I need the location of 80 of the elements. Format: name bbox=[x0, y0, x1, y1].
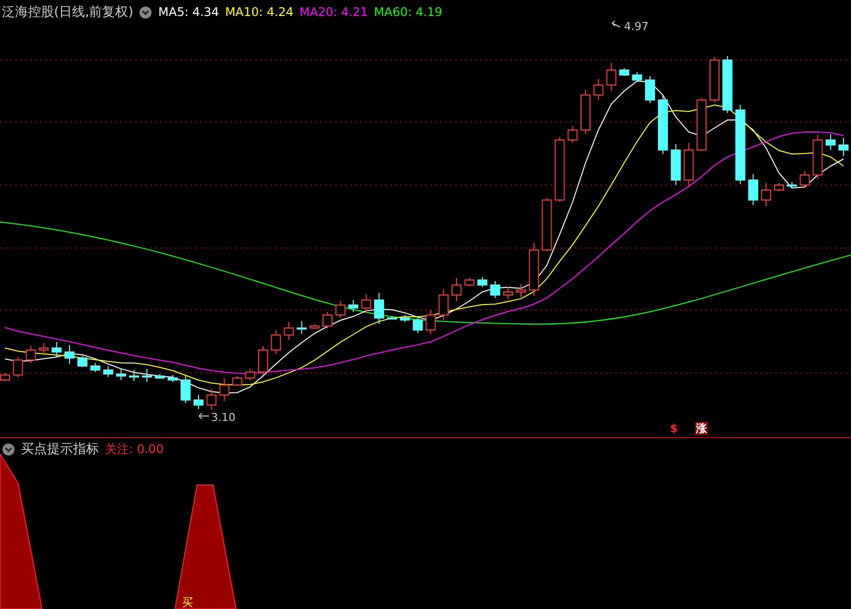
candlestick bbox=[400, 314, 410, 322]
candlestick bbox=[542, 198, 552, 252]
candlestick bbox=[258, 346, 268, 376]
low-price-label: 3.10 bbox=[211, 411, 236, 424]
dollar-marker: $ bbox=[669, 422, 679, 435]
candlestick bbox=[245, 368, 256, 380]
candlestick bbox=[103, 366, 114, 378]
candlestick bbox=[52, 342, 62, 358]
candlestick bbox=[748, 174, 758, 206]
candlestick bbox=[516, 284, 526, 298]
candlestick bbox=[438, 288, 449, 320]
candlestick bbox=[580, 90, 590, 134]
candlestick bbox=[296, 320, 307, 334]
candlestick bbox=[38, 342, 49, 354]
candlestick bbox=[12, 356, 23, 378]
buy-signal-label: 买 bbox=[182, 597, 193, 609]
candlestick bbox=[812, 134, 823, 180]
candlestick bbox=[696, 98, 707, 152]
candlestick bbox=[826, 134, 836, 150]
candlestick bbox=[619, 68, 630, 76]
moving-average-value: MA20: 4.21 bbox=[299, 5, 368, 19]
candlestick bbox=[684, 142, 694, 186]
candlestick bbox=[774, 182, 784, 192]
candlestick bbox=[477, 276, 488, 288]
candlestick bbox=[361, 294, 372, 314]
candlestick bbox=[800, 170, 810, 188]
high-price-label: 4.97 bbox=[624, 20, 648, 33]
candlestick bbox=[528, 242, 539, 296]
candlestick bbox=[374, 292, 384, 324]
candlestick bbox=[142, 368, 152, 382]
candlestick bbox=[26, 346, 36, 364]
candlestick bbox=[464, 278, 474, 286]
candlestick bbox=[387, 316, 397, 320]
candlestick bbox=[658, 94, 668, 154]
candlestick bbox=[593, 78, 604, 100]
candlestick bbox=[232, 376, 242, 386]
candlestick bbox=[116, 368, 126, 380]
candlestick bbox=[632, 72, 642, 82]
candlestick bbox=[348, 300, 358, 312]
candlestick bbox=[129, 370, 139, 382]
moving-average-value: MA10: 4.24 bbox=[225, 5, 294, 19]
moving-average-value: MA60: 4.19 bbox=[374, 5, 442, 19]
candlestick bbox=[194, 394, 204, 410]
leader-line bbox=[612, 20, 620, 28]
dropdown-icon[interactable] bbox=[2, 442, 15, 456]
candlestick bbox=[219, 378, 230, 402]
candlestick bbox=[490, 280, 500, 298]
candlestick bbox=[154, 374, 165, 380]
candlestick bbox=[426, 310, 436, 334]
candlestick bbox=[180, 376, 191, 404]
candlestick bbox=[206, 388, 216, 410]
candlestick bbox=[77, 356, 88, 368]
candlestick bbox=[64, 344, 74, 364]
candlestick bbox=[568, 126, 578, 144]
candlestick bbox=[722, 56, 732, 114]
rise-marker: 涨 bbox=[695, 422, 708, 435]
stock-title: 泛海控股(日线,前复权) bbox=[2, 4, 134, 21]
candlestick bbox=[645, 76, 655, 104]
candlestick bbox=[335, 300, 346, 318]
candlestick bbox=[503, 286, 514, 300]
candlestick bbox=[322, 312, 332, 328]
candlestick bbox=[710, 56, 720, 102]
candlestick bbox=[452, 278, 462, 302]
candlestick bbox=[168, 374, 178, 382]
candlestick bbox=[670, 144, 681, 186]
candlestick bbox=[554, 136, 565, 202]
dropdown-icon[interactable] bbox=[139, 6, 152, 18]
candlestick bbox=[90, 362, 100, 372]
candlestick bbox=[786, 182, 797, 188]
indicator-reading: 关注: 0.00 bbox=[105, 440, 164, 458]
candlestick bbox=[761, 182, 772, 206]
candlestick bbox=[412, 316, 423, 334]
candlestick bbox=[284, 322, 294, 340]
leader-line bbox=[198, 412, 210, 420]
indicator-title: 买点提示指标 bbox=[21, 441, 99, 458]
candlestick bbox=[310, 324, 320, 330]
candlestick bbox=[270, 330, 281, 354]
candlestick bbox=[838, 138, 848, 156]
candlestick bbox=[606, 62, 616, 92]
moving-average-value: MA5: 4.34 bbox=[158, 5, 220, 19]
